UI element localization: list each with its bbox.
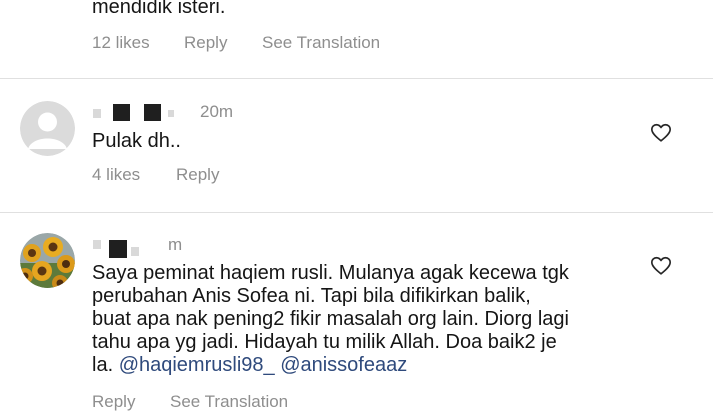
divider	[0, 212, 713, 213]
comment-3-body-line-1: Saya peminat haqiem rusli. Mulanya agak …	[92, 262, 569, 284]
comment-2-reply-button[interactable]: Reply	[176, 165, 219, 185]
comment-3-reply-button[interactable]: Reply	[92, 392, 135, 412]
comment-1-likes[interactable]: 12 likes	[92, 33, 150, 53]
default-avatar-icon[interactable]	[20, 101, 75, 156]
comment-3-body-prefix: la.	[92, 354, 119, 376]
comment-1-reply-button[interactable]: Reply	[184, 33, 227, 53]
heart-icon[interactable]	[650, 255, 672, 277]
comment-3-body-line-2: perubahan Anis Sofea ni. Tapi bila difik…	[92, 285, 531, 307]
comment-2-timestamp: 20m	[200, 102, 234, 121]
sunflower-avatar[interactable]	[20, 233, 75, 288]
divider	[0, 78, 713, 79]
comment-3-body-line-5: la. @haqiemrusli98_ @anissofeaaz	[92, 354, 407, 377]
heart-icon[interactable]	[650, 122, 672, 144]
comment-3-see-translation-button[interactable]: See Translation	[170, 392, 288, 412]
mention-link[interactable]: @anissofeaaz	[280, 354, 407, 376]
comment-3-body-line-3: buat apa nak pening2 fikir masalah org l…	[92, 308, 569, 330]
comment-2-body: Pulak dh..	[92, 130, 181, 152]
comment-1-body: mendidik isteri.	[92, 0, 226, 18]
comment-3-timestamp: m	[168, 235, 183, 254]
comment-2-likes[interactable]: 4 likes	[92, 165, 140, 185]
mention-link[interactable]: @haqiemrusli98_	[119, 354, 275, 376]
comment-1-see-translation-button[interactable]: See Translation	[262, 33, 380, 53]
comment-3-body-line-4: tahu apa yg jadi. Hidayah tu milik Allah…	[92, 331, 557, 353]
